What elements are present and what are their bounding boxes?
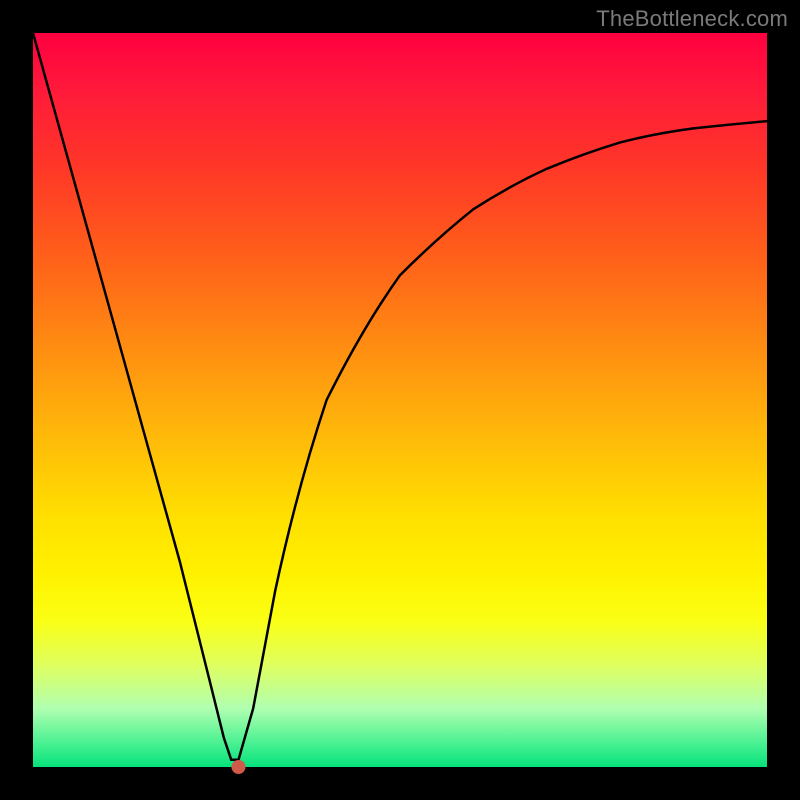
plot-area [33, 33, 767, 767]
attribution-watermark: TheBottleneck.com [596, 6, 788, 32]
chart-svg [33, 33, 767, 767]
chart-frame: TheBottleneck.com [0, 0, 800, 800]
bottleneck-curve [33, 33, 767, 760]
minimum-marker [232, 760, 246, 774]
